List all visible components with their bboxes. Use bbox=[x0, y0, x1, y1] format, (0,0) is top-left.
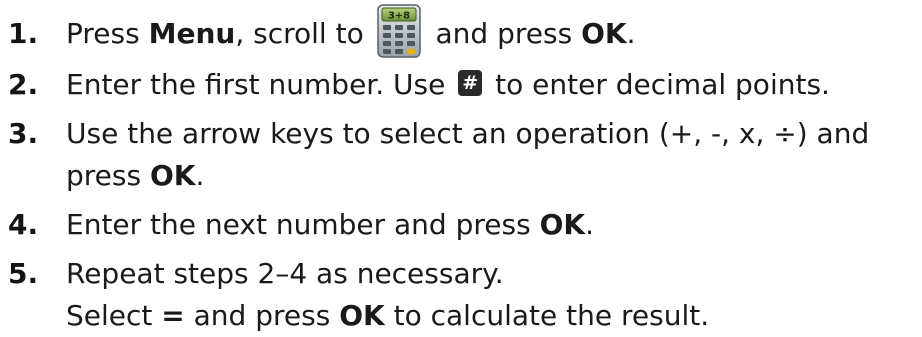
step-number: 5. bbox=[8, 257, 39, 290]
step-text: . bbox=[585, 208, 594, 241]
step-text: to enter decimal points. bbox=[486, 68, 830, 101]
step-text: and press bbox=[426, 17, 582, 50]
step-text: Use the arrow keys to select an operatio… bbox=[66, 117, 870, 150]
step-4: 4. Enter the next number and press OK. bbox=[8, 204, 922, 246]
step-number: 4. bbox=[8, 208, 39, 241]
step-number: 3. bbox=[8, 117, 39, 150]
step-text: Press bbox=[66, 17, 149, 50]
ok-key-label: OK bbox=[339, 299, 385, 332]
step-number: 2. bbox=[8, 68, 39, 101]
step-text: Enter the next number and press bbox=[66, 208, 540, 241]
step-3: 3. Use the arrow keys to select an opera… bbox=[8, 113, 922, 197]
step-text: Select bbox=[66, 299, 162, 332]
calculator-icon: 3+8 bbox=[376, 4, 421, 58]
ok-key-label: OK bbox=[539, 208, 586, 241]
ok-key-label: OK bbox=[581, 17, 627, 50]
step-text: , scroll to bbox=[235, 17, 373, 50]
step-text: . bbox=[626, 17, 636, 50]
equals-key-label: = bbox=[161, 299, 185, 332]
menu-key-label: Menu bbox=[148, 17, 236, 50]
hash-key-icon: # bbox=[458, 70, 483, 96]
calculator-screen-text: 3+8 bbox=[387, 11, 409, 22]
step-text: . bbox=[195, 159, 205, 192]
step-line: Select = and press OK to calculate the r… bbox=[66, 295, 922, 337]
step-text: Repeat steps 2–4 as necessary. bbox=[66, 257, 504, 290]
step-text: Enter the first number. Use bbox=[66, 68, 455, 101]
step-text: to calculate the result. bbox=[384, 299, 710, 332]
step-number: 1. bbox=[8, 17, 39, 50]
ok-key-label: OK bbox=[149, 159, 196, 192]
step-5: 5. Repeat steps 2–4 as necessary. Select… bbox=[8, 253, 922, 337]
instruction-steps: 1. Press Menu, scroll to 3+8 and press O… bbox=[8, 0, 922, 337]
step-text: and press bbox=[184, 299, 340, 332]
step-2: 2. Enter the first number. Use # to ente… bbox=[8, 64, 922, 106]
step-1: 1. Press Menu, scroll to 3+8 and press O… bbox=[8, 4, 922, 64]
step-line: press OK. bbox=[66, 155, 922, 197]
step-text: press bbox=[66, 159, 150, 192]
